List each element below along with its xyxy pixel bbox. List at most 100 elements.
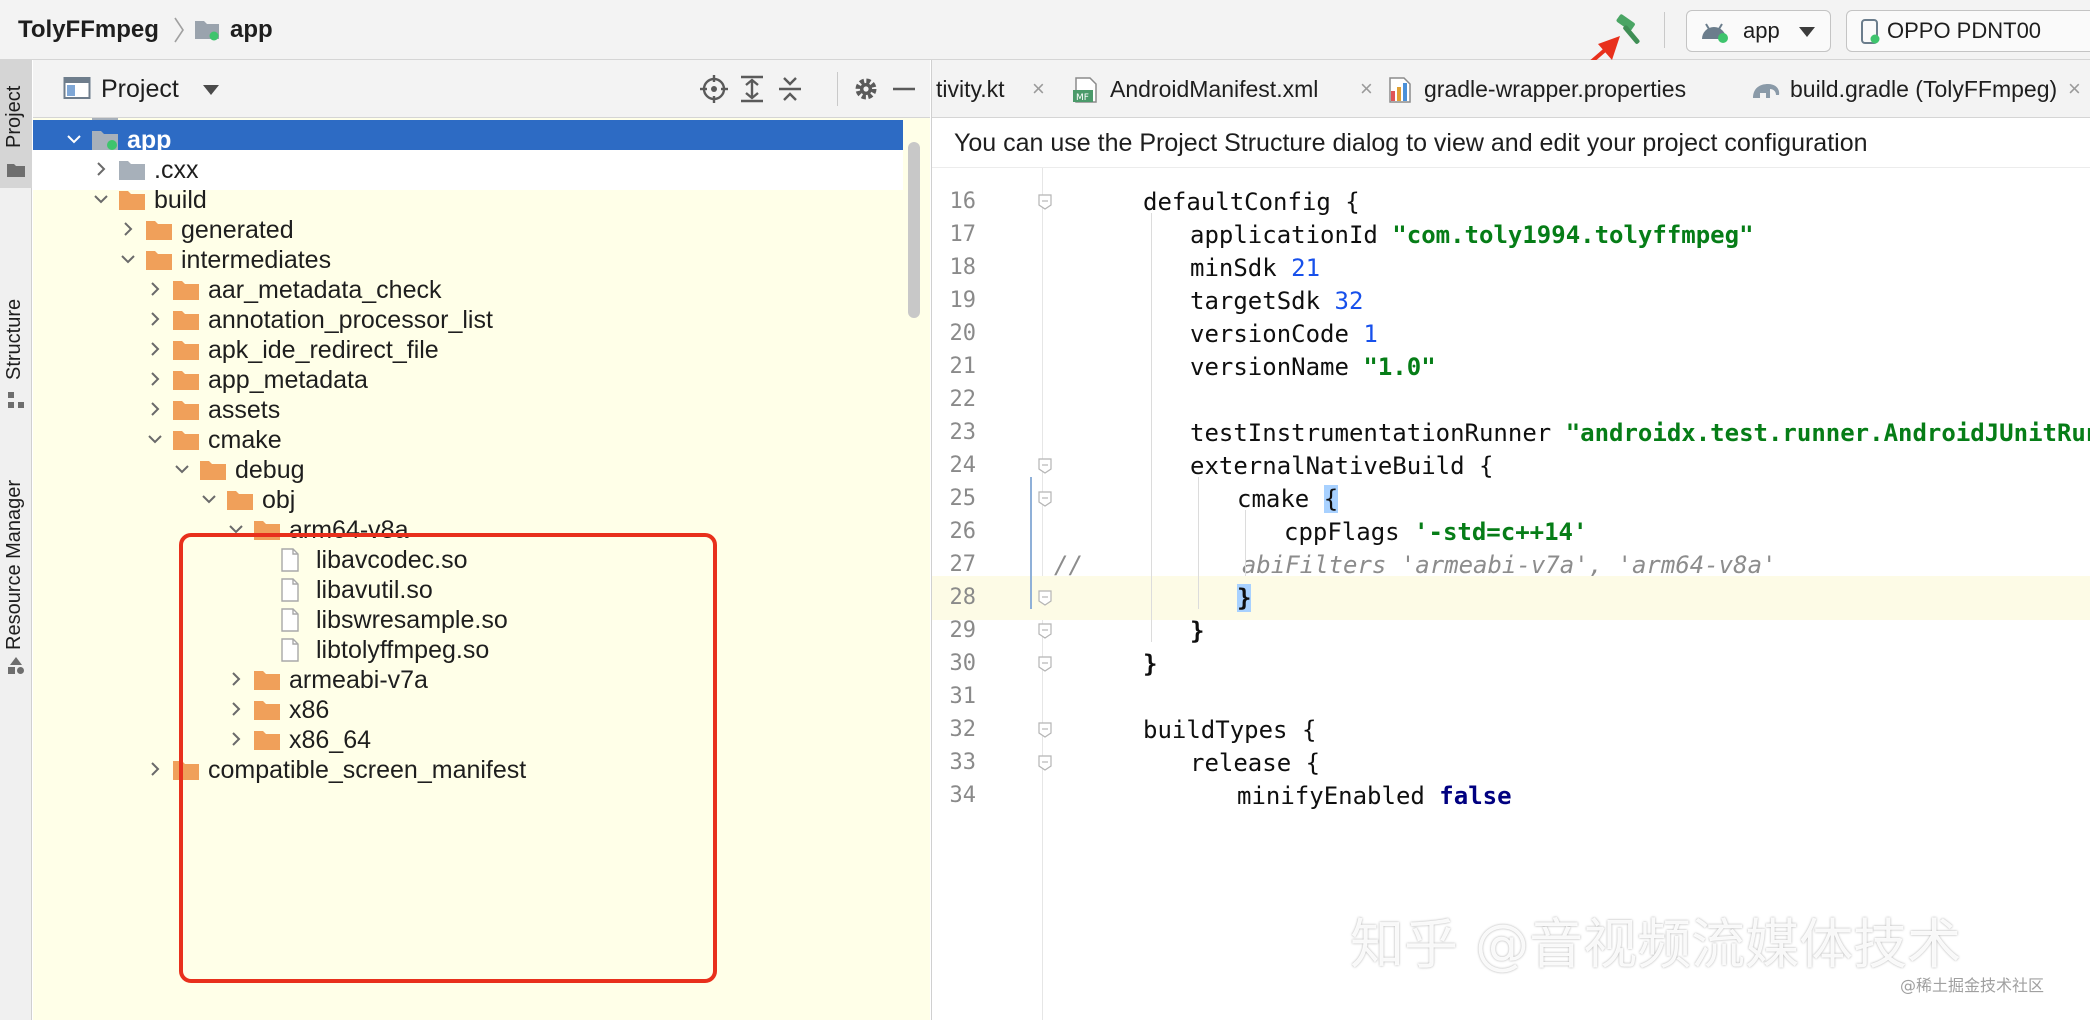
folder-icon (173, 371, 199, 390)
folder-icon (92, 131, 118, 150)
editor-tab-label: build.gradle (TolyFFmpeg) (1790, 76, 2058, 102)
chevron-right-icon[interactable] (90, 158, 112, 180)
code-token: testInstrumentationRunner (1190, 419, 1566, 447)
folder-icon (173, 761, 199, 780)
gear-icon[interactable] (851, 74, 881, 104)
chevron-down-icon[interactable] (90, 188, 112, 210)
fold-marker-icon[interactable] (1038, 491, 1052, 507)
chevron-right-icon[interactable] (225, 698, 247, 720)
code-line[interactable]: 34 minifyEnabled false (932, 774, 2090, 818)
chevron-down-icon[interactable] (225, 518, 247, 540)
tool-tab-resource-manager[interactable]: Resource Manager (0, 400, 32, 700)
code-token: versionCode (1190, 320, 1364, 348)
close-icon[interactable]: × (2068, 60, 2081, 117)
breadcrumb-module[interactable]: app (230, 0, 273, 60)
tool-tab-project[interactable]: Project (0, 60, 32, 188)
device-label: OPPO PDNT00 (1887, 18, 2042, 43)
folder-icon (119, 161, 145, 180)
close-icon[interactable]: × (1032, 60, 1045, 117)
chevron-right-icon[interactable] (225, 728, 247, 750)
folder-icon (200, 461, 226, 480)
code-token: 21 (1291, 254, 1321, 282)
chevron-right-icon[interactable] (144, 368, 166, 390)
code-token: minifyEnabled (1237, 782, 1440, 810)
fold-marker-icon[interactable] (1038, 623, 1052, 639)
run-configuration-label: app (1743, 18, 1780, 43)
tree-item-label: compatible_screen_manifest (208, 756, 527, 784)
file-icon (281, 548, 299, 572)
chevron-down-icon[interactable] (203, 85, 219, 95)
indent-guide (1245, 510, 1246, 576)
indent-guide (1198, 477, 1199, 609)
code-token: 32 (1334, 287, 1364, 315)
chevron-right-icon[interactable] (144, 338, 166, 360)
project-view-icon (63, 77, 91, 99)
code-token: { (1323, 485, 1339, 513)
chevron-right-icon[interactable] (117, 218, 139, 240)
code-token: defaultConfig { (1143, 188, 1360, 216)
chevron-down-icon[interactable] (144, 428, 166, 450)
fold-marker-icon[interactable] (1038, 194, 1052, 210)
hammer-icon[interactable] (1612, 14, 1648, 48)
tool-tab-structure[interactable]: Structure (0, 220, 32, 420)
code-token: buildTypes { (1143, 716, 1317, 744)
properties-file-icon (1389, 77, 1411, 103)
change-marker (1030, 477, 1032, 609)
folder-icon (254, 521, 280, 540)
chevron-right-icon[interactable] (144, 758, 166, 780)
editor-tab-label: gradle-wrapper.properties (1424, 76, 1687, 102)
editor-tab-activity[interactable]: tivity.kt × (936, 60, 1045, 117)
code-token: "androidx.test.runner.AndroidJUnitRunner… (1565, 419, 2090, 447)
file-icon (281, 638, 299, 662)
chevron-right-icon[interactable] (144, 278, 166, 300)
minimize-icon[interactable] (889, 74, 919, 104)
fold-marker-icon[interactable] (1038, 722, 1052, 738)
code-token: } (1190, 617, 1205, 645)
fold-marker-icon[interactable] (1038, 590, 1052, 606)
folder-icon (254, 731, 280, 750)
breadcrumb-project[interactable]: TolyFFmpeg (18, 0, 159, 60)
locate-icon[interactable] (699, 74, 729, 104)
chevron-down-icon[interactable] (63, 128, 85, 150)
folder-icon (195, 21, 219, 41)
project-tree: .ideaapp.cxxbuildgeneratedintermediatesa… (33, 118, 913, 1020)
chevron-down-icon[interactable] (198, 488, 220, 510)
folder-icon (173, 431, 199, 450)
code-token: "1.0" (1363, 353, 1436, 381)
toolbar-separator (1664, 12, 1665, 48)
fold-marker-icon[interactable] (1038, 755, 1052, 771)
folder-icon (173, 311, 199, 330)
code-token: cmake (1237, 485, 1324, 513)
close-icon[interactable]: × (1360, 60, 1373, 117)
phone-icon (1861, 19, 1880, 44)
gradle-elephant-icon (1753, 84, 1780, 98)
code-token: versionName (1190, 353, 1364, 381)
code-editor: tivity.kt × MF AndroidManifest.xml × gra… (931, 60, 2090, 1020)
chevron-right-icon[interactable] (225, 668, 247, 690)
project-structure-notice[interactable]: You can use the Project Structure dialog… (932, 118, 2090, 168)
chevron-right-icon[interactable] (144, 398, 166, 420)
fold-marker-icon[interactable] (1038, 656, 1052, 672)
code-token: 1 (1363, 320, 1378, 348)
tree-scrollbar[interactable] (908, 142, 920, 318)
chevron-right-icon (174, 17, 184, 43)
chevron-right-icon[interactable] (144, 308, 166, 330)
tree-folder-item[interactable]: compatible_screen_manifest (33, 750, 903, 790)
device-dropdown[interactable]: OPPO PDNT00 (1846, 10, 2090, 52)
editor-tab-bar: tivity.kt × MF AndroidManifest.xml × gra… (932, 60, 2090, 118)
expand-all-icon[interactable] (737, 74, 767, 104)
code-token: } (1237, 584, 1252, 612)
project-panel-header: Project (33, 60, 930, 118)
fold-marker-icon[interactable] (1038, 458, 1052, 474)
android-icon (1702, 23, 1728, 43)
collapse-all-icon[interactable] (775, 74, 805, 104)
tool-tab-project-label: Project (3, 85, 25, 148)
project-panel-title[interactable]: Project (101, 60, 179, 118)
main-toolbar: TolyFFmpeg app app OPPO PDNT00 (0, 0, 2090, 60)
chevron-down-icon[interactable] (117, 248, 139, 270)
code-area[interactable]: 16 defaultConfig {17 applicationId "com.to… (932, 168, 2090, 1020)
chevron-down-icon[interactable] (171, 458, 193, 480)
run-configuration-dropdown[interactable]: app (1686, 10, 1831, 52)
folder-icon (173, 281, 199, 300)
indent-guide (1151, 213, 1152, 642)
